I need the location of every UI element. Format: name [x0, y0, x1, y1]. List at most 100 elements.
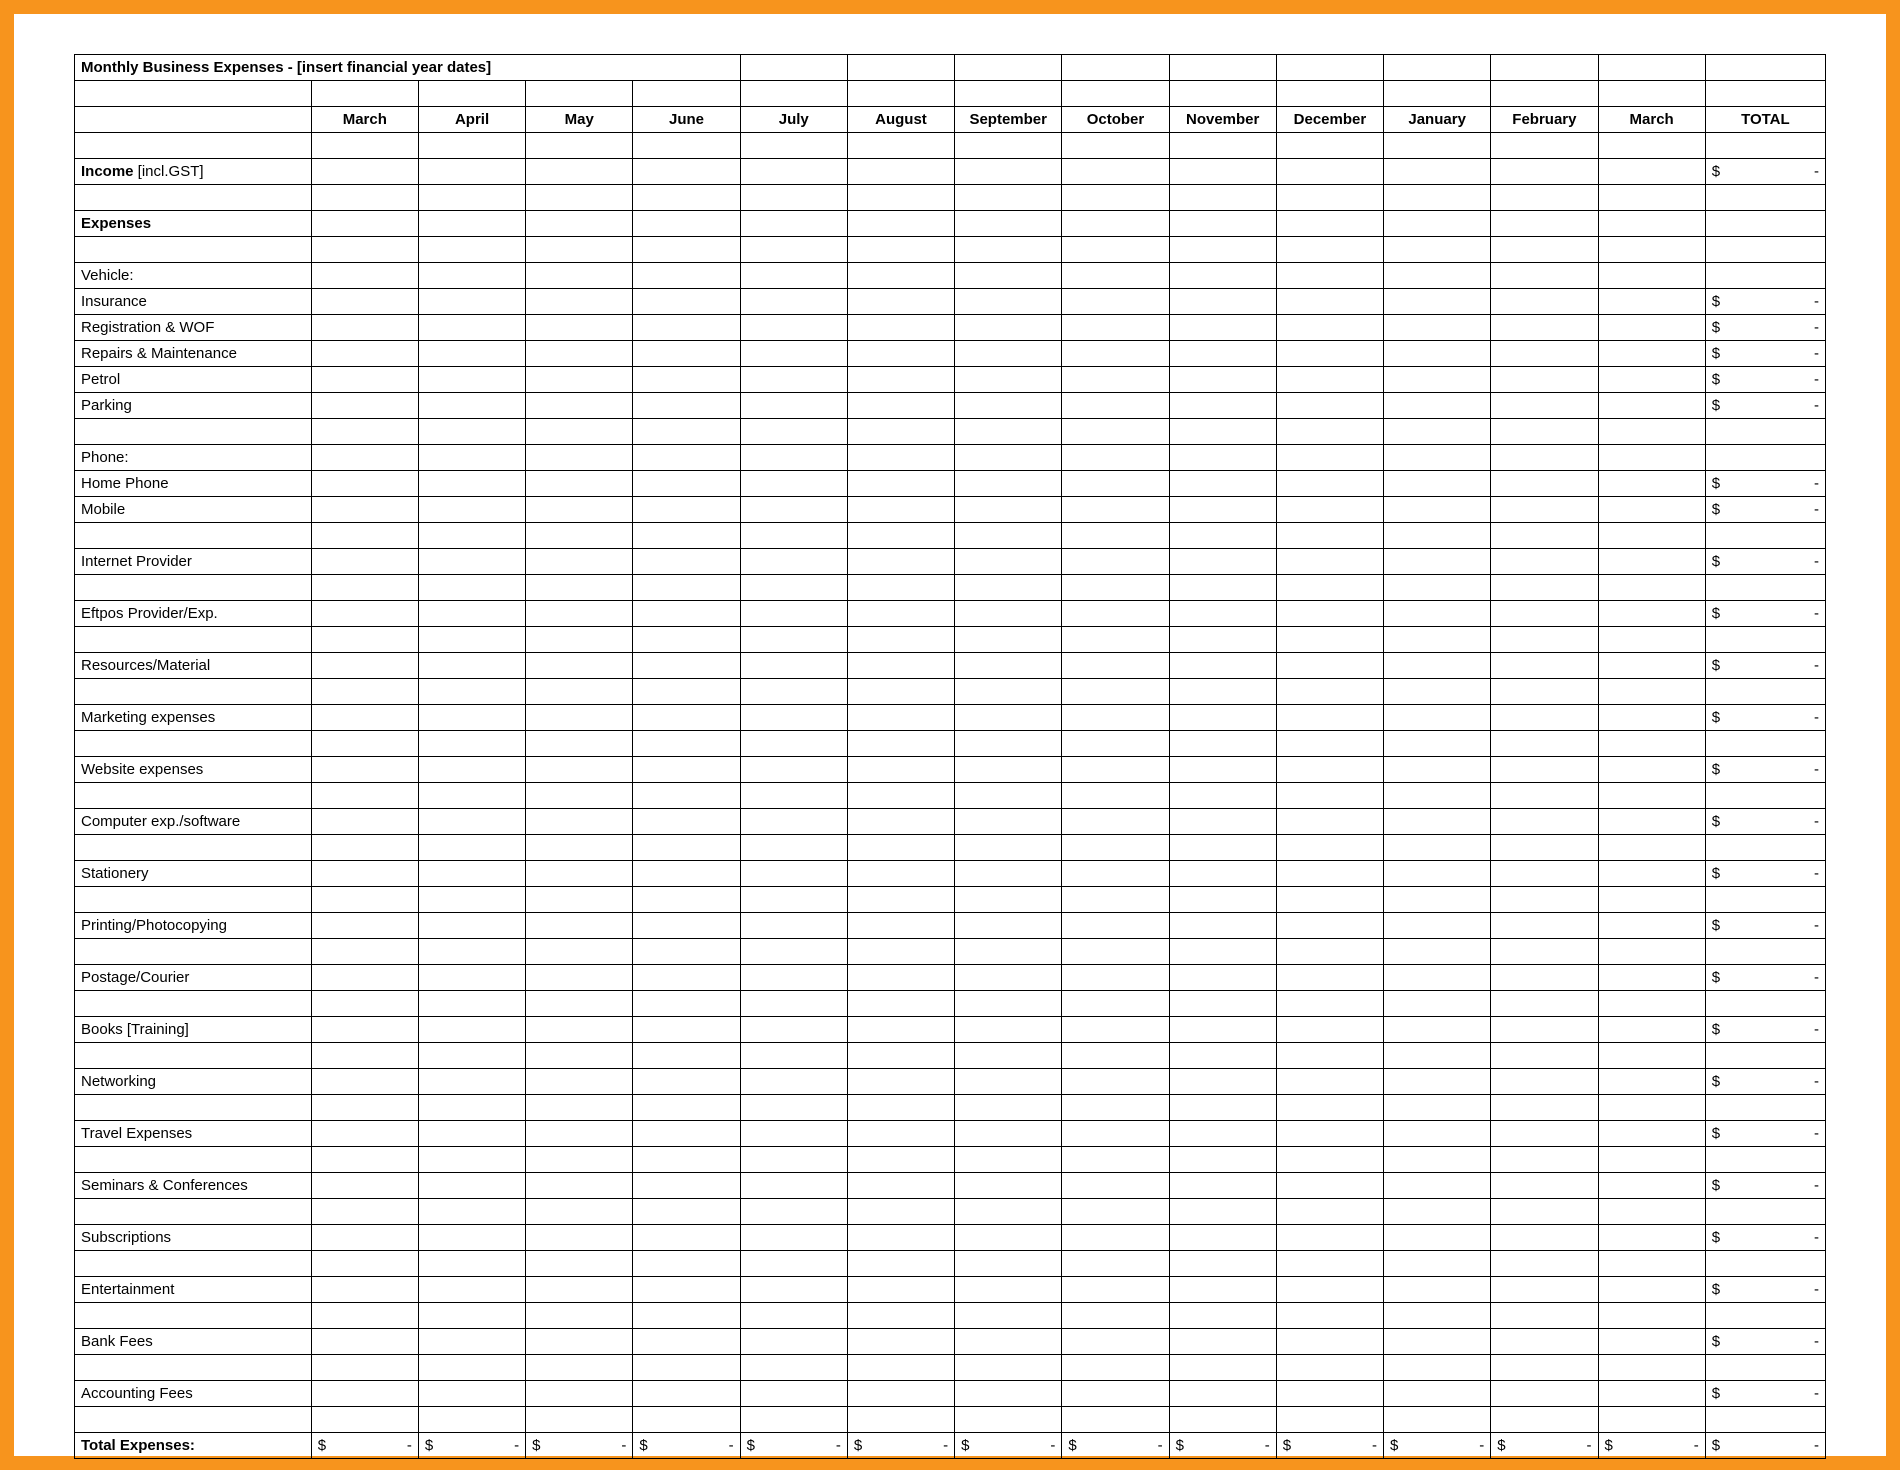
cell[interactable]	[418, 1225, 525, 1251]
row-total-cell[interactable]: $-	[1705, 471, 1825, 497]
cell[interactable]	[955, 913, 1062, 939]
cell[interactable]	[1705, 783, 1825, 809]
cell[interactable]	[955, 809, 1062, 835]
cell[interactable]	[526, 1173, 633, 1199]
cell[interactable]	[311, 523, 418, 549]
cell[interactable]	[1705, 445, 1825, 471]
cell[interactable]	[1384, 991, 1491, 1017]
cell[interactable]	[1276, 705, 1383, 731]
row-total-cell[interactable]: $-	[1705, 1329, 1825, 1355]
cell[interactable]	[1062, 1329, 1169, 1355]
cell[interactable]	[526, 861, 633, 887]
cell[interactable]	[633, 653, 740, 679]
cell[interactable]	[633, 1147, 740, 1173]
cell[interactable]	[1062, 367, 1169, 393]
cell[interactable]	[311, 185, 418, 211]
blank-label[interactable]	[75, 237, 312, 263]
cell[interactable]	[1062, 341, 1169, 367]
cell[interactable]	[311, 991, 418, 1017]
blank-label[interactable]	[75, 835, 312, 861]
blank-label[interactable]	[75, 1355, 312, 1381]
cell[interactable]	[526, 575, 633, 601]
cell[interactable]	[1705, 185, 1825, 211]
cell[interactable]	[847, 887, 954, 913]
cell[interactable]	[1276, 679, 1383, 705]
cell[interactable]	[955, 835, 1062, 861]
cell[interactable]	[633, 289, 740, 315]
cell[interactable]	[740, 497, 847, 523]
cell[interactable]	[526, 497, 633, 523]
cell[interactable]	[633, 263, 740, 289]
cell[interactable]	[418, 549, 525, 575]
cell[interactable]	[418, 627, 525, 653]
cell[interactable]	[633, 965, 740, 991]
month-total-cell[interactable]: $-	[847, 1433, 954, 1459]
cell[interactable]	[633, 627, 740, 653]
cell[interactable]	[526, 1303, 633, 1329]
cell[interactable]	[847, 991, 954, 1017]
cell[interactable]	[1705, 679, 1825, 705]
cell[interactable]	[1491, 1199, 1598, 1225]
cell[interactable]	[1705, 1355, 1825, 1381]
cell[interactable]	[847, 1121, 954, 1147]
cell[interactable]	[526, 315, 633, 341]
cell[interactable]	[847, 1199, 954, 1225]
cell[interactable]	[418, 913, 525, 939]
row-total-cell[interactable]: $-	[1705, 705, 1825, 731]
cell[interactable]	[1491, 1095, 1598, 1121]
cell[interactable]	[526, 887, 633, 913]
cell[interactable]	[1276, 1381, 1383, 1407]
cell[interactable]	[1169, 81, 1276, 107]
cell[interactable]	[1491, 1329, 1598, 1355]
cell[interactable]	[955, 159, 1062, 185]
cell[interactable]	[955, 185, 1062, 211]
cell[interactable]	[1384, 1199, 1491, 1225]
cell[interactable]	[955, 1121, 1062, 1147]
cell[interactable]	[1598, 1407, 1705, 1433]
cell[interactable]	[311, 341, 418, 367]
cell[interactable]	[1276, 1329, 1383, 1355]
cell[interactable]	[418, 211, 525, 237]
cell[interactable]	[311, 1095, 418, 1121]
cell[interactable]	[418, 1173, 525, 1199]
cell[interactable]	[526, 393, 633, 419]
cell[interactable]	[1491, 887, 1598, 913]
cell[interactable]	[311, 731, 418, 757]
cell[interactable]	[740, 445, 847, 471]
cell[interactable]	[311, 367, 418, 393]
cell[interactable]	[1276, 1277, 1383, 1303]
cell[interactable]	[1705, 991, 1825, 1017]
cell[interactable]	[526, 263, 633, 289]
row-total-cell[interactable]: $-	[1705, 1225, 1825, 1251]
cell[interactable]	[1169, 1069, 1276, 1095]
cell[interactable]	[955, 1407, 1062, 1433]
cell[interactable]	[526, 471, 633, 497]
cell[interactable]	[418, 315, 525, 341]
cell[interactable]	[1062, 965, 1169, 991]
cell[interactable]	[847, 1069, 954, 1095]
cell[interactable]	[311, 1303, 418, 1329]
cell[interactable]	[1062, 783, 1169, 809]
cell[interactable]	[1062, 679, 1169, 705]
cell[interactable]	[633, 211, 740, 237]
cell[interactable]	[740, 809, 847, 835]
cell[interactable]	[740, 1225, 847, 1251]
cell[interactable]	[1276, 835, 1383, 861]
cell[interactable]	[955, 523, 1062, 549]
cell[interactable]	[1062, 1095, 1169, 1121]
cell[interactable]	[1062, 887, 1169, 913]
cell[interactable]	[1384, 627, 1491, 653]
cell[interactable]	[955, 757, 1062, 783]
cell[interactable]	[1491, 627, 1598, 653]
cell[interactable]	[740, 575, 847, 601]
cell[interactable]	[1169, 887, 1276, 913]
cell[interactable]	[955, 1303, 1062, 1329]
cell[interactable]	[1705, 211, 1825, 237]
cell[interactable]	[1705, 575, 1825, 601]
cell[interactable]	[1169, 1095, 1276, 1121]
cell[interactable]	[1705, 1407, 1825, 1433]
cell[interactable]	[740, 861, 847, 887]
cell[interactable]	[955, 783, 1062, 809]
cell[interactable]	[526, 523, 633, 549]
cell[interactable]	[1384, 393, 1491, 419]
